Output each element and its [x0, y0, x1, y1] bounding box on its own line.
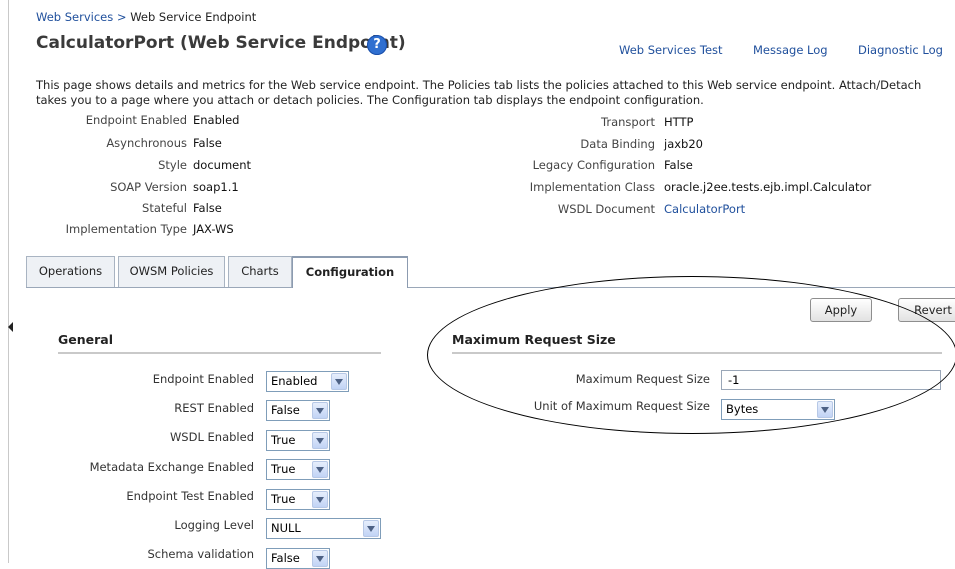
field-label-rest-enabled: REST Enabled	[174, 401, 254, 415]
metadata-exchange-enabled-select[interactable]: True	[266, 459, 330, 480]
prop-label-implementation-type: Implementation Type	[65, 222, 187, 236]
prop-label-soap-version: SOAP Version	[110, 180, 187, 194]
tab-charts[interactable]: Charts	[228, 256, 292, 287]
tab-operations[interactable]: Operations	[26, 256, 115, 287]
endpoint-test-enabled-select-value: True	[271, 492, 296, 506]
endpoint-test-enabled-select[interactable]: True	[266, 489, 330, 510]
schema-validation-select[interactable]: False	[266, 548, 330, 569]
tab-owsm-policies[interactable]: OWSM Policies	[118, 256, 225, 287]
message-log-link[interactable]: Message Log	[753, 43, 828, 57]
prop-label-endpoint-enabled: Endpoint Enabled	[85, 113, 187, 127]
chevron-down-icon	[331, 373, 347, 390]
prop-value-soap-version: soap1.1	[193, 180, 239, 194]
metadata-exchange-enabled-select-value: True	[271, 462, 296, 476]
endpoint-enabled-select-value: Enabled	[271, 374, 318, 388]
prop-label-style: Style	[158, 158, 187, 172]
field-label-endpoint-test-enabled: Endpoint Test Enabled	[126, 489, 254, 503]
chevron-down-icon	[363, 520, 379, 537]
logging-level-select[interactable]: NULL	[266, 518, 381, 539]
chevron-down-icon	[312, 491, 328, 508]
wsdl-document-link[interactable]: CalculatorPort	[664, 202, 745, 216]
prop-value-transport: HTTP	[664, 115, 694, 129]
prop-label-implementation-class: Implementation Class	[529, 180, 655, 194]
field-label-schema-validation: Schema validation	[147, 547, 254, 561]
prop-value-implementation-type: JAX-WS	[193, 222, 234, 236]
prop-value-asynchronous: False	[193, 136, 222, 150]
field-label-endpoint-enabled: Endpoint Enabled	[152, 372, 254, 386]
prop-label-asynchronous: Asynchronous	[106, 136, 187, 150]
chevron-down-icon	[312, 432, 328, 449]
breadcrumb: Web Services > Web Service Endpoint	[36, 10, 256, 24]
chevron-down-icon	[312, 550, 328, 567]
page-title: CalculatorPort (Web Service Endpoint)	[36, 33, 406, 53]
prop-value-implementation-class: oracle.j2ee.tests.ejb.impl.Calculator	[664, 180, 872, 194]
highlight-ellipse	[427, 276, 955, 434]
prop-value-legacy-configuration: False	[664, 158, 693, 172]
general-section-rule	[58, 352, 381, 354]
rest-enabled-select-value: False	[271, 403, 300, 417]
web-services-test-link[interactable]: Web Services Test	[619, 43, 723, 57]
chevron-down-icon	[312, 402, 328, 419]
breadcrumb-web-services[interactable]: Web Services	[36, 10, 113, 24]
prop-value-stateful: False	[193, 201, 222, 215]
rest-enabled-select[interactable]: False	[266, 400, 330, 421]
logging-level-select-value: NULL	[271, 521, 301, 535]
field-label-wsdl-enabled: WSDL Enabled	[169, 430, 254, 444]
breadcrumb-current: Web Service Endpoint	[130, 10, 257, 24]
prop-value-endpoint-enabled: Enabled	[193, 113, 240, 127]
field-label-metadata-exchange-enabled: Metadata Exchange Enabled	[89, 460, 254, 474]
breadcrumb-separator: >	[116, 10, 127, 24]
general-section-title: General	[58, 332, 113, 347]
wsdl-enabled-select-value: True	[271, 433, 296, 447]
collapse-left-icon[interactable]	[8, 322, 13, 332]
prop-value-style: document	[193, 158, 252, 172]
prop-value-data-binding: jaxb20	[664, 137, 703, 151]
prop-label-transport: Transport	[601, 115, 655, 129]
prop-label-stateful: Stateful	[142, 201, 187, 215]
prop-label-legacy-configuration: Legacy Configuration	[532, 158, 655, 172]
diagnostic-log-link[interactable]: Diagnostic Log	[858, 43, 943, 57]
tab-configuration[interactable]: Configuration	[292, 256, 408, 288]
left-panel-border	[8, 0, 9, 563]
help-icon[interactable]: ?	[367, 35, 387, 55]
page-description: This page shows details and metrics for …	[36, 78, 922, 107]
endpoint-enabled-select[interactable]: Enabled	[266, 371, 349, 392]
wsdl-enabled-select[interactable]: True	[266, 430, 330, 451]
field-label-logging-level: Logging Level	[174, 518, 254, 532]
prop-label-wsdl-document: WSDL Document	[557, 202, 655, 216]
chevron-down-icon	[312, 461, 328, 478]
prop-label-data-binding: Data Binding	[580, 137, 655, 151]
